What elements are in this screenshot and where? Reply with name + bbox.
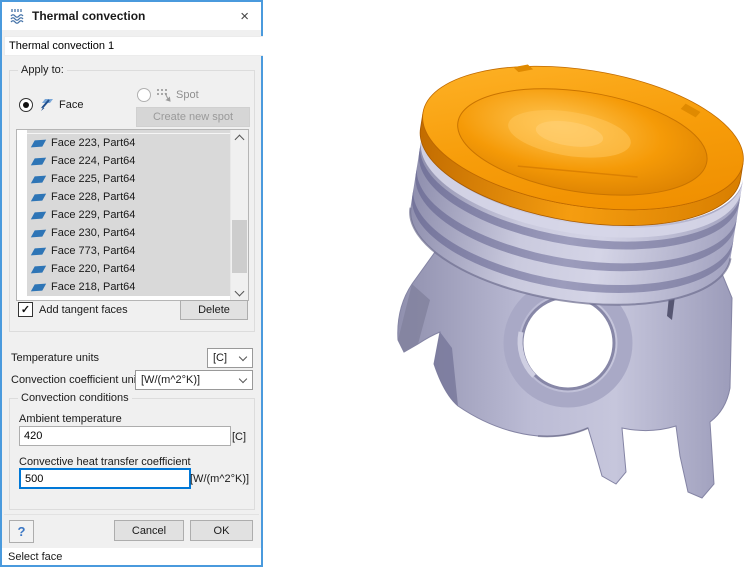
face-icon: [38, 97, 54, 112]
list-item-label: Face 773, Part64: [51, 245, 135, 257]
thermal-convection-icon: [10, 8, 26, 24]
face-list-rows: Face 223, Part64 Face 224, Part64 Face 2…: [17, 130, 248, 296]
spot-radio: [137, 88, 151, 102]
conditions-legend: Convection conditions: [18, 392, 132, 404]
scroll-down-button[interactable]: [231, 285, 248, 300]
apply-to-group: Apply to: Face Spot Create new spot: [9, 70, 255, 332]
list-item[interactable]: Face 224, Part64: [27, 152, 231, 170]
face-list[interactable]: Face 223, Part64 Face 224, Part64 Face 2…: [16, 129, 249, 301]
model-viewport[interactable]: [263, 0, 750, 582]
temperature-units-label: Temperature units: [11, 352, 99, 364]
chevron-down-icon: [239, 374, 247, 382]
face-radio-label: Face: [59, 99, 83, 111]
list-item-label: Face 224, Part64: [51, 155, 135, 167]
condition-name-input[interactable]: [4, 36, 267, 56]
face-radio-row[interactable]: Face: [19, 97, 83, 112]
list-item-label: Face 228, Part64: [51, 191, 135, 203]
list-item-label: Face 223, Part64: [51, 137, 135, 149]
scroll-up-button[interactable]: [231, 130, 248, 145]
face-icon: [31, 157, 46, 165]
convection-units-label: Convection coefficient units: [11, 374, 145, 386]
ambient-temperature-label: Ambient temperature: [19, 413, 122, 425]
cancel-button[interactable]: Cancel: [114, 520, 184, 541]
temperature-units-value: [C]: [213, 352, 227, 364]
list-item[interactable]: Face 228, Part64: [27, 188, 231, 206]
face-radio[interactable]: [19, 98, 33, 112]
list-item[interactable]: Face 225, Part64: [27, 170, 231, 188]
list-item[interactable]: Face 229, Part64: [27, 206, 231, 224]
spot-icon: [156, 88, 171, 102]
face-icon: [31, 247, 46, 255]
list-item-label: Face 218, Part64: [51, 281, 135, 293]
thermal-convection-dialog: Thermal convection × Apply to: Face: [0, 0, 263, 567]
add-tangent-checkbox[interactable]: ✓: [18, 302, 33, 317]
ok-button[interactable]: OK: [190, 520, 253, 541]
list-item-label: Face 229, Part64: [51, 209, 135, 221]
convection-units-value: [W/(m^2°K)]: [141, 374, 200, 386]
spot-radio-label: Spot: [176, 89, 199, 101]
piston-model: [388, 48, 750, 518]
list-item-label: Face 220, Part64: [51, 263, 135, 275]
convection-units-select[interactable]: [W/(m^2°K)]: [135, 370, 253, 390]
face-icon: [31, 283, 46, 291]
spot-radio-row: Spot: [137, 88, 199, 102]
ambient-unit-suffix: [C]: [232, 431, 246, 443]
face-icon: [31, 139, 46, 147]
list-item[interactable]: Face 220, Part64: [27, 260, 231, 278]
face-icon: [31, 193, 46, 201]
dialog-titlebar[interactable]: Thermal convection ×: [2, 2, 261, 30]
help-button[interactable]: ?: [9, 520, 34, 543]
ambient-temperature-input[interactable]: [19, 426, 231, 446]
face-list-scrollbar[interactable]: [230, 130, 248, 300]
coefficient-unit-suffix: [W/(m^2°K)]: [190, 473, 249, 485]
scrollbar-thumb[interactable]: [232, 220, 247, 273]
delete-button[interactable]: Delete: [180, 300, 248, 320]
add-tangent-label: Add tangent faces: [39, 304, 128, 316]
status-text: Select face: [8, 551, 62, 563]
list-item[interactable]: Face 218, Part64: [27, 278, 231, 296]
dialog-title: Thermal convection: [32, 9, 145, 23]
heat-transfer-coefficient-label: Convective heat transfer coefficient: [19, 456, 191, 468]
face-icon: [31, 211, 46, 219]
face-icon: [31, 229, 46, 237]
chevron-down-icon: [239, 352, 247, 360]
list-item[interactable]: Face 223, Part64: [27, 134, 231, 152]
add-tangent-row[interactable]: ✓ Add tangent faces: [18, 302, 128, 317]
convection-conditions-group: Convection conditions Ambient temperatur…: [9, 398, 255, 510]
create-new-spot-button: Create new spot: [136, 107, 250, 127]
status-bar: Select face: [2, 548, 261, 565]
list-item-label: Face 225, Part64: [51, 173, 135, 185]
list-item-label: Face 230, Part64: [51, 227, 135, 239]
face-icon: [31, 265, 46, 273]
heat-transfer-coefficient-input[interactable]: [19, 468, 191, 489]
list-item[interactable]: Face 773, Part64: [27, 242, 231, 260]
footer-separator: [4, 514, 259, 515]
list-item[interactable]: Face 230, Part64: [27, 224, 231, 242]
face-icon: [31, 175, 46, 183]
apply-to-legend: Apply to:: [18, 64, 67, 76]
close-icon[interactable]: ×: [236, 8, 253, 25]
temperature-units-select[interactable]: [C]: [207, 348, 253, 368]
